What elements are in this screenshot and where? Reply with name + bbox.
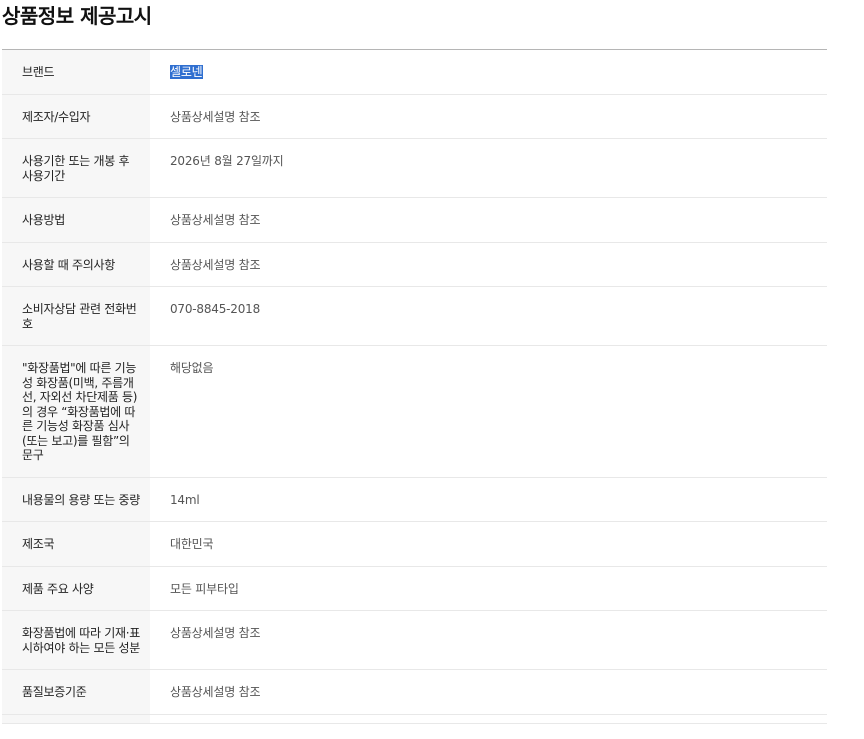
product-info-table: 브랜드 셀로넨 제조자/수입자 상품상세설명 참조 사용기한 또는 개봉 후 사… [2, 49, 827, 724]
row-value: 14ml [150, 477, 827, 522]
table-row-expiry: 사용기한 또는 개봉 후 사용기간 2026년 8월 27일까지 [2, 138, 827, 198]
table-row-partial [2, 714, 827, 724]
table-row-usage: 사용방법 상품상세설명 참조 [2, 197, 827, 243]
row-value: 상품상세설명 참조 [150, 669, 827, 715]
row-value: 상품상세설명 참조 [150, 242, 827, 287]
row-label: "화장품법"에 따른 기능성 화장품(미백, 주름개선, 자외선 차단제품 등)… [2, 345, 150, 478]
row-value: 상품상세설명 참조 [150, 197, 827, 243]
row-label: 제조자/수입자 [2, 94, 150, 139]
row-label: 화장품법에 따라 기재·표시하여야 하는 모든 성분 [2, 610, 150, 670]
table-row-brand: 브랜드 셀로넨 [2, 49, 827, 95]
row-label: 소비자상담 관련 전화번호 [2, 286, 150, 346]
row-value: 대한민국 [150, 521, 827, 567]
row-value: 해당없음 [150, 345, 827, 478]
row-value-empty [150, 714, 827, 724]
table-row-country: 제조국 대한민국 [2, 521, 827, 567]
table-row-ingredients: 화장품법에 따라 기재·표시하여야 하는 모든 성분 상품상세설명 참조 [2, 610, 827, 670]
table-row-specs: 제품 주요 사양 모든 피부타입 [2, 566, 827, 611]
row-label: 품질보증기준 [2, 669, 150, 715]
row-value: 모든 피부타입 [150, 566, 827, 611]
table-row-precautions: 사용할 때 주의사항 상품상세설명 참조 [2, 242, 827, 287]
row-value: 상품상세설명 참조 [150, 94, 827, 139]
row-value: 상품상세설명 참조 [150, 610, 827, 670]
table-row-phone: 소비자상담 관련 전화번호 070-8845-2018 [2, 286, 827, 346]
row-value: 2026년 8월 27일까지 [150, 138, 827, 198]
row-value: 070-8845-2018 [150, 286, 827, 346]
row-label: 내용물의 용량 또는 중량 [2, 477, 150, 522]
table-row-volume: 내용물의 용량 또는 중량 14ml [2, 477, 827, 522]
brand-value-selected[interactable]: 셀로넨 [170, 65, 203, 79]
row-label: 사용방법 [2, 197, 150, 243]
row-label-empty [2, 714, 150, 724]
row-label: 브랜드 [2, 49, 150, 95]
table-row-quality: 품질보증기준 상품상세설명 참조 [2, 669, 827, 715]
row-value: 셀로넨 [150, 49, 827, 95]
row-label: 제품 주요 사양 [2, 566, 150, 611]
product-info-notice-page: 상품정보 제공고시 브랜드 셀로넨 제조자/수입자 상품상세설명 참조 사용기한… [0, 0, 864, 739]
row-label: 제조국 [2, 521, 150, 567]
row-label: 사용할 때 주의사항 [2, 242, 150, 287]
page-title: 상품정보 제공고시 [2, 4, 152, 28]
table-row-manufacturer: 제조자/수입자 상품상세설명 참조 [2, 94, 827, 139]
table-row-functional: "화장품법"에 따른 기능성 화장품(미백, 주름개선, 자외선 차단제품 등)… [2, 345, 827, 478]
row-label: 사용기한 또는 개봉 후 사용기간 [2, 138, 150, 198]
